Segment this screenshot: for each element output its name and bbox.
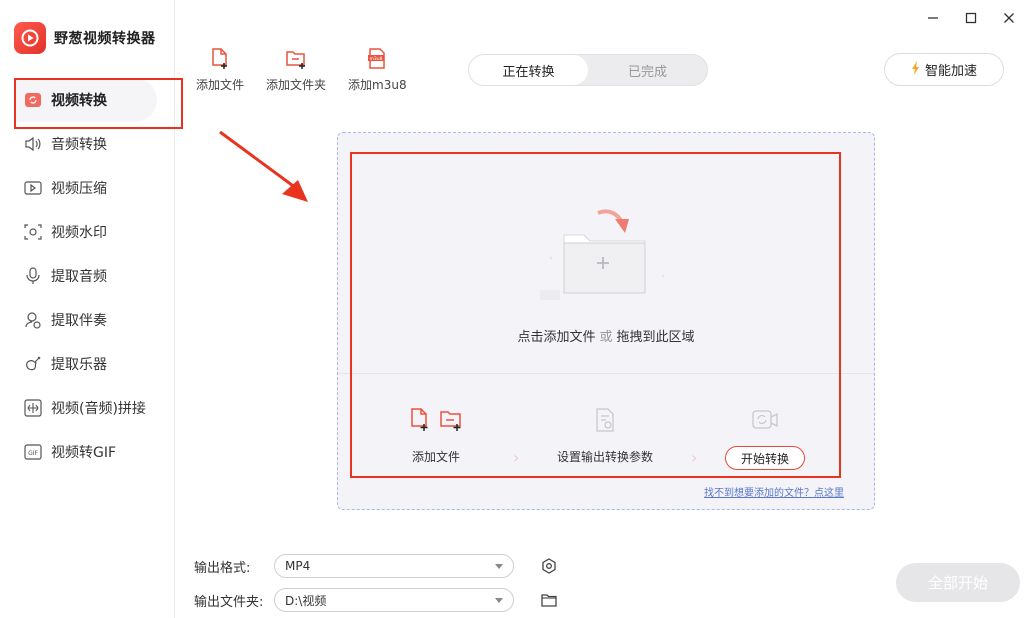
- sidebar-item-extract-audio[interactable]: 提取音频: [0, 254, 175, 298]
- start-all-button[interactable]: 全部开始: [896, 563, 1020, 602]
- add-folder-label: 添加文件夹: [266, 78, 327, 92]
- add-m3u8-label: 添加m3u8: [348, 78, 407, 92]
- settings-gear-icon[interactable]: [540, 557, 558, 575]
- settings-file-icon: [594, 408, 616, 436]
- maximize-button[interactable]: [959, 8, 983, 28]
- brand: 野葱视频转换器: [14, 22, 156, 54]
- conversion-steps: 添加文件 › 设置输出转换参数 › 开始转换: [337, 400, 875, 475]
- minimize-button[interactable]: [921, 8, 945, 28]
- output-folder-select[interactable]: D:\视频: [274, 588, 514, 612]
- output-format-value: MP4: [285, 559, 311, 573]
- sidebar-item-extract-instrument[interactable]: 提取乐器: [0, 342, 175, 386]
- sidebar-item-label: 提取音频: [51, 269, 107, 285]
- merge-icon: [24, 399, 42, 417]
- add-file-label: 添加文件: [196, 78, 245, 92]
- add-file-button[interactable]: 添加文件: [196, 48, 244, 93]
- sidebar-item-audio-convert[interactable]: 音频转换: [0, 122, 175, 166]
- add-file-icon[interactable]: [409, 408, 431, 436]
- smart-acceleration-button[interactable]: 智能加速: [884, 53, 1004, 86]
- step-add-file: 添加文件: [409, 408, 463, 465]
- sidebar-item-video-to-gif[interactable]: GIF 视频转GIF: [0, 430, 175, 474]
- lightning-icon: [911, 60, 921, 79]
- hint-drag: 拖拽到此区域: [616, 330, 695, 345]
- tab-converting[interactable]: 正在转换: [469, 55, 588, 85]
- tab-completed[interactable]: 已完成: [588, 55, 707, 85]
- add-folder-icon[interactable]: [439, 408, 463, 436]
- help-link[interactable]: 找不到想要添加的文件？点这里: [704, 484, 844, 499]
- compress-icon: [24, 179, 42, 197]
- output-folder-row: 输出文件夹: D:\视频: [194, 588, 558, 612]
- step-add-file-label: 添加文件: [411, 450, 460, 464]
- accompaniment-icon: [24, 311, 42, 329]
- sidebar-item-label: 视频转换: [51, 93, 107, 109]
- window-controls: [921, 8, 1021, 28]
- sidebar-item-label: 视频压缩: [51, 181, 107, 197]
- watermark-icon: [24, 223, 42, 241]
- status-tabs: 正在转换 已完成: [468, 54, 708, 86]
- drop-zone-hint: 点击添加文件或拖拽到此区域: [337, 326, 875, 345]
- add-folder-button[interactable]: 添加文件夹: [266, 48, 326, 93]
- add-folder-icon: [285, 48, 307, 70]
- add-file-icon: [209, 48, 231, 70]
- convert-video-icon: [751, 408, 779, 436]
- step-settings: 设置输出转换参数: [557, 408, 653, 465]
- output-format-row: 输出格式: MP4: [194, 554, 558, 578]
- chevron-down-icon: [495, 563, 503, 569]
- app-logo-icon: [14, 22, 46, 54]
- sidebar-item-extract-accompaniment[interactable]: 提取伴奏: [0, 298, 175, 342]
- hint-click: 点击添加文件: [517, 330, 596, 345]
- sidebar-item-label: 视频(音频)拼接: [51, 401, 146, 417]
- output-folder-value: D:\视频: [285, 593, 327, 608]
- sidebar-item-video-compress[interactable]: 视频压缩: [0, 166, 175, 210]
- drop-zone-divider: [338, 373, 874, 374]
- add-m3u8-button[interactable]: m3u8 添加m3u8: [348, 48, 407, 93]
- output-format-label: 输出格式:: [194, 560, 251, 576]
- chevron-right-icon: ›: [691, 448, 698, 467]
- guitar-icon: [24, 355, 42, 373]
- svg-text:GIF: GIF: [28, 450, 38, 457]
- sidebar-item-merge[interactable]: 视频(音频)拼接: [0, 386, 175, 430]
- start-convert-button[interactable]: 开始转换: [725, 446, 805, 470]
- sidebar-item-label: 音频转换: [51, 137, 107, 153]
- sidebar-item-video-convert[interactable]: 视频转换: [14, 78, 157, 122]
- sidebar: 野葱视频转换器 视频转换 音频转换 视频压缩 视频水印 提取音频 提取伴奏 提取…: [0, 0, 175, 618]
- folder-add-icon[interactable]: [460, 205, 670, 309]
- video-convert-icon: [24, 91, 42, 109]
- smart-acceleration-label: 智能加速: [924, 64, 977, 79]
- folder-icon[interactable]: [540, 591, 558, 609]
- sidebar-item-label: 视频转GIF: [51, 445, 117, 461]
- close-button[interactable]: [997, 8, 1021, 28]
- gif-icon: GIF: [24, 443, 42, 461]
- annotation-arrow-icon: [219, 130, 308, 202]
- sidebar-item-label: 视频水印: [51, 225, 107, 241]
- step-start: 开始转换: [725, 408, 805, 470]
- svg-text:m3u8: m3u8: [370, 56, 383, 62]
- chevron-right-icon: ›: [513, 448, 520, 467]
- step-settings-label: 设置输出转换参数: [557, 450, 654, 464]
- sidebar-item-video-watermark[interactable]: 视频水印: [0, 210, 175, 254]
- audio-icon: [24, 135, 42, 153]
- output-format-select[interactable]: MP4: [274, 554, 514, 578]
- sidebar-item-label: 提取伴奏: [51, 313, 107, 329]
- sidebar-nav: 视频转换 音频转换 视频压缩 视频水印 提取音频 提取伴奏 提取乐器 视频(音频…: [0, 78, 175, 474]
- output-folder-label: 输出文件夹:: [194, 594, 264, 610]
- microphone-icon: [24, 267, 42, 285]
- app-title: 野葱视频转换器: [54, 31, 156, 47]
- hint-or: 或: [599, 330, 613, 345]
- chevron-down-icon: [495, 597, 503, 603]
- m3u8-file-icon: m3u8: [366, 48, 388, 70]
- sidebar-item-label: 提取乐器: [51, 357, 107, 373]
- toolbar: 添加文件 添加文件夹 m3u8 添加m3u8: [196, 48, 407, 93]
